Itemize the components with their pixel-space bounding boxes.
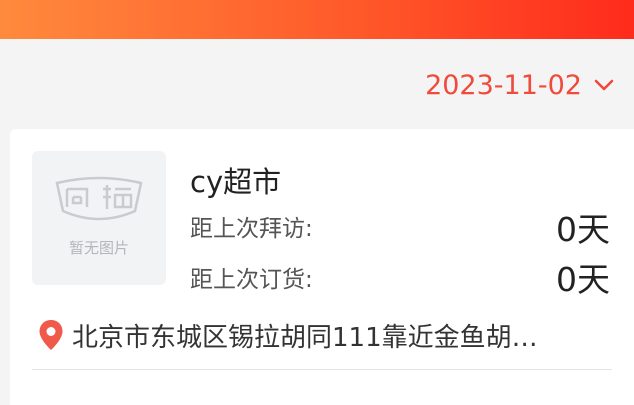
chevron-down-icon	[594, 79, 614, 91]
date-picker-value: 2023-11-02	[425, 69, 582, 101]
store-address-text: 北京市东城区锡拉胡同111靠近金鱼胡…	[72, 322, 538, 353]
last-visit-label: 距上次拜访:	[190, 216, 313, 242]
last-order-label: 距上次订货:	[190, 267, 313, 293]
store-name: cy超市	[190, 165, 282, 199]
divider	[32, 369, 612, 370]
date-picker[interactable]: 2023-11-02	[425, 69, 614, 101]
location-pin-icon	[39, 320, 63, 350]
store-thumbnail: 暂无图片	[32, 151, 166, 285]
store-address: 北京市东城区锡拉胡同111靠近金鱼胡…	[38, 317, 608, 353]
last-visit-value: 0天	[556, 210, 610, 249]
store-card[interactable]: 暂无图片 cy超市 距上次拜访: 0天 距上次订货: 0天 北京市东城区锡拉胡同…	[10, 129, 634, 405]
last-order-value: 0天	[556, 260, 610, 299]
no-image-label: 暂无图片	[68, 239, 129, 257]
date-filter-row: 2023-11-02	[0, 39, 634, 129]
header-bar	[0, 0, 634, 39]
placeholder-logo-icon	[55, 176, 143, 221]
